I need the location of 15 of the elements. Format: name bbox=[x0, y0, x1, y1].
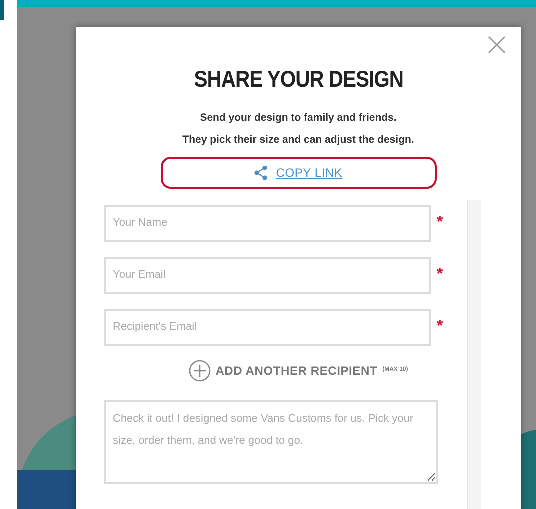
required-mark: * bbox=[437, 319, 444, 335]
share-icon bbox=[254, 166, 268, 180]
required-mark: * bbox=[437, 215, 444, 231]
copy-link-button[interactable]: COPY LINK bbox=[160, 156, 436, 188]
subtitle-line: Send your design to family and friends. bbox=[200, 110, 397, 126]
text-field[interactable]: Your Name bbox=[104, 204, 431, 242]
plus-circle-icon bbox=[188, 360, 211, 382]
close-icon[interactable] bbox=[487, 35, 507, 55]
text-field[interactable]: Your Email bbox=[104, 256, 431, 294]
dialog-title: SHARE YOUR DESIGN bbox=[194, 65, 404, 94]
message-field[interactable]: Check it out! I designed some Vans Customs for us. Pick your size, order them, and we're good to go. bbox=[104, 400, 438, 484]
subtitle-line: They pick their size and can adjust the design. bbox=[182, 132, 414, 148]
page-marker bbox=[0, 0, 4, 20]
text-field[interactable]: Recipient's Email bbox=[104, 308, 431, 346]
required-mark: * bbox=[437, 267, 444, 283]
